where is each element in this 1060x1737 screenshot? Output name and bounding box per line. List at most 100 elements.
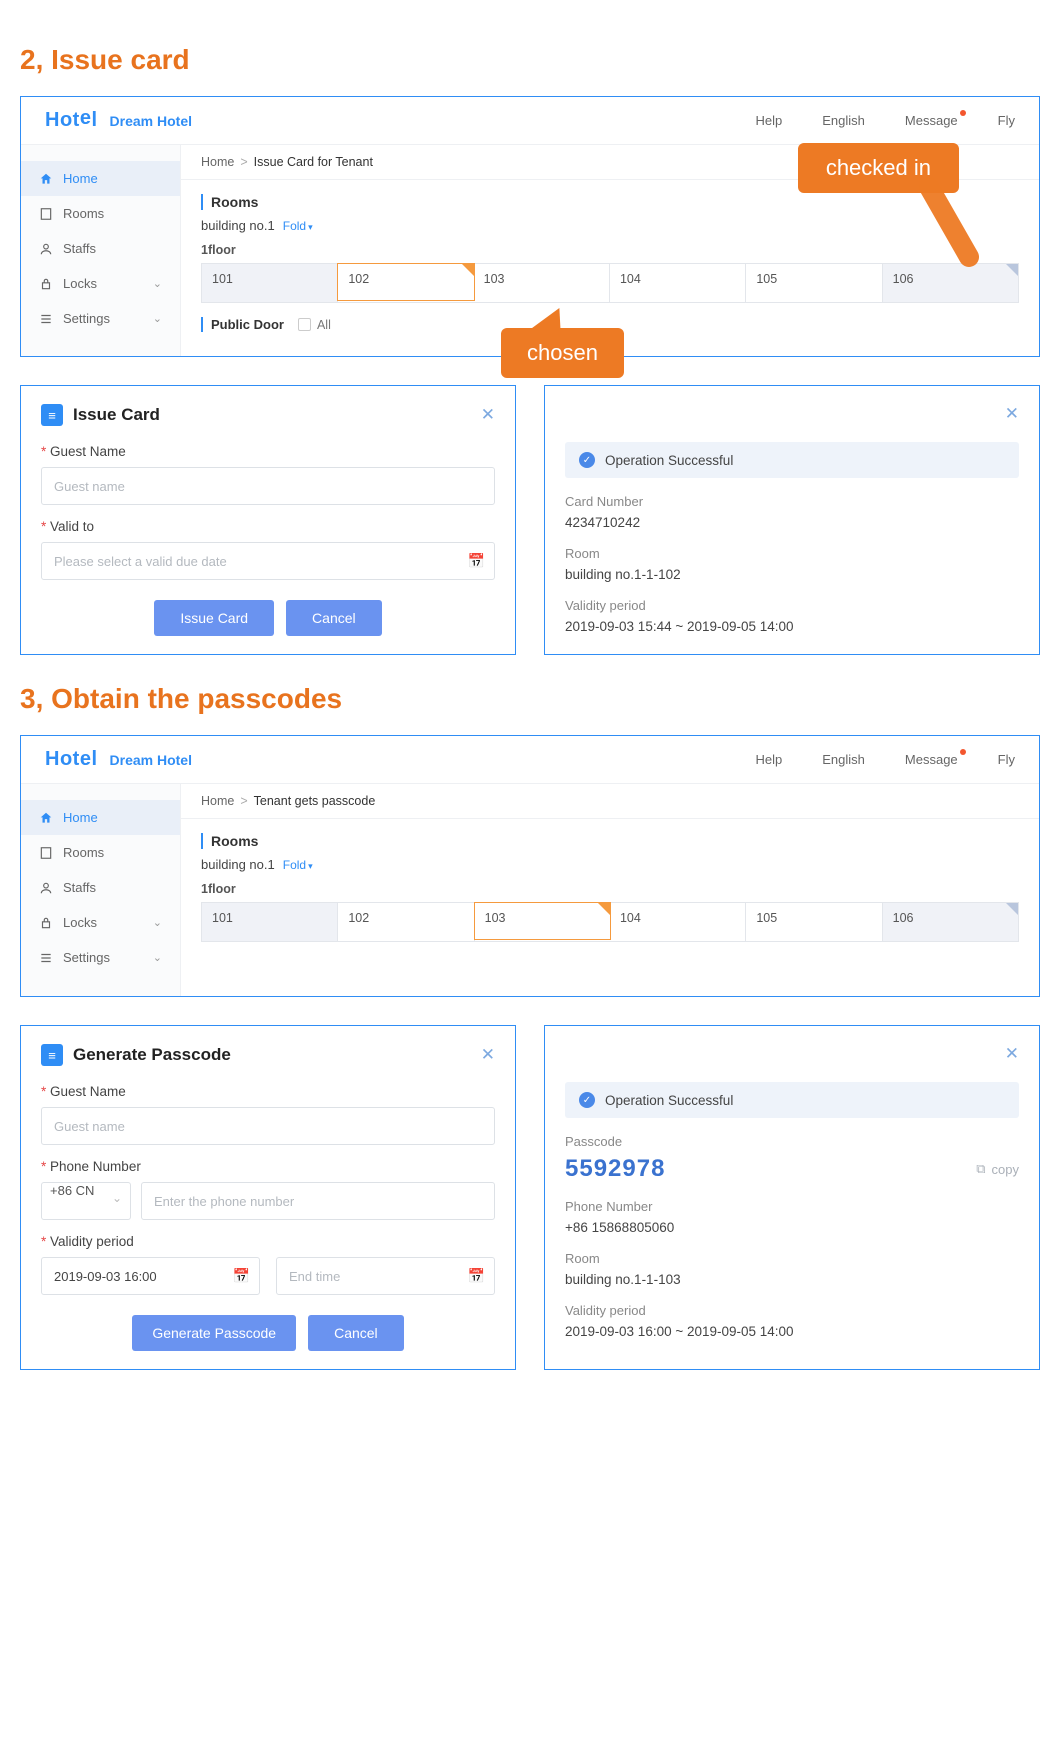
callout-chosen: chosen <box>501 328 624 378</box>
logo: Hotel <box>45 109 98 132</box>
staffs-icon <box>39 881 53 895</box>
rooms-row: 101 102 103 104 105 106 <box>201 263 1019 303</box>
close-icon[interactable]: ✕ <box>1005 1044 1019 1064</box>
valid-to-input[interactable] <box>41 542 495 580</box>
copy-button[interactable]: ⧉copy <box>976 1161 1019 1177</box>
settings-icon <box>39 312 53 326</box>
guest-name-label: Guest Name <box>41 444 495 459</box>
room-102[interactable]: 102 <box>337 263 474 301</box>
room-101[interactable]: 101 <box>202 264 338 302</box>
chevron-down-icon: ⌄ <box>153 277 162 290</box>
guest-name-input[interactable] <box>41 467 495 505</box>
rooms-icon <box>39 846 53 860</box>
phone-value: +86 15868805060 <box>565 1220 1019 1235</box>
validity-label: Validity period <box>41 1234 495 1249</box>
issue-card-modal: ≡ Issue Card ✕ Guest Name Valid to 📅 Iss… <box>20 385 516 655</box>
nav-help[interactable]: Help <box>756 752 783 767</box>
room-106[interactable]: 106 <box>883 903 1018 941</box>
room-101[interactable]: 101 <box>202 903 338 941</box>
end-time-input[interactable] <box>276 1257 495 1295</box>
sidebar-item-rooms[interactable]: Rooms <box>21 835 180 870</box>
section-3-title: 3, Obtain the passcodes <box>20 683 1040 715</box>
room-102[interactable]: 102 <box>338 903 474 941</box>
crumb-home[interactable]: Home <box>201 155 234 169</box>
nav-message[interactable]: Message <box>905 752 958 767</box>
room-105[interactable]: 105 <box>746 264 882 302</box>
chevron-down-icon: ⌄ <box>153 951 162 964</box>
nav-message[interactable]: Message <box>905 113 958 128</box>
rooms-heading: Rooms <box>201 194 1019 210</box>
room-103[interactable]: 103 <box>474 264 610 302</box>
logo-wrap: Hotel Dream Hotel <box>45 109 192 132</box>
cancel-button[interactable]: Cancel <box>286 600 382 636</box>
sidebar-item-home[interactable]: Home <box>21 800 180 835</box>
sidebar-item-locks[interactable]: Locks⌄ <box>21 905 180 940</box>
public-door-all[interactable]: All <box>298 318 331 332</box>
sidebar-item-rooms[interactable]: Rooms <box>21 196 180 231</box>
fold-toggle[interactable]: Fold <box>283 219 313 233</box>
country-code-select[interactable]: +86 CN <box>41 1182 131 1220</box>
home-icon <box>39 172 53 186</box>
room-104[interactable]: 104 <box>610 264 746 302</box>
start-time-input[interactable] <box>41 1257 260 1295</box>
room-106[interactable]: 106 <box>883 264 1018 302</box>
close-icon[interactable]: ✕ <box>481 405 495 425</box>
sidebar-item-settings[interactable]: Settings⌄ <box>21 940 180 975</box>
close-icon[interactable]: ✕ <box>1005 404 1019 424</box>
sidebar-locks-label: Locks <box>63 276 97 291</box>
sidebar-item-locks[interactable]: Locks ⌄ <box>21 266 180 301</box>
validity-value: 2019-09-03 15:44 ~ 2019-09-05 14:00 <box>565 619 1019 634</box>
nav-user[interactable]: Fly <box>998 752 1015 767</box>
phone-label: Phone Number <box>565 1199 1019 1214</box>
sidebar-item-home[interactable]: Home <box>21 161 180 196</box>
topbar: HotelDream Hotel Help English Message Fl… <box>21 736 1039 784</box>
nav-user[interactable]: Fly <box>998 113 1015 128</box>
locks-icon <box>39 916 53 930</box>
nav-lang[interactable]: English <box>822 752 865 767</box>
room-corner-icon <box>1006 264 1018 276</box>
sidebar-item-staffs[interactable]: Staffs <box>21 870 180 905</box>
generate-passcode-modal: ≡ Generate Passcode ✕ Guest Name Phone N… <box>20 1025 516 1370</box>
issue-card-title: Issue Card <box>73 405 160 425</box>
room-corner-icon <box>462 264 474 276</box>
passcode-title: Generate Passcode <box>73 1045 231 1065</box>
sidebar-staffs-label: Staffs <box>63 241 96 256</box>
phone-input[interactable] <box>141 1182 495 1220</box>
close-icon[interactable]: ✕ <box>481 1045 495 1065</box>
card-number-value: 4234710242 <box>565 515 1019 530</box>
room-label: Room <box>565 1251 1019 1266</box>
copy-icon: ⧉ <box>976 1161 985 1177</box>
calendar-icon: 📅 <box>468 553 485 570</box>
issue-card-result: ✕ ✓ Operation Successful Card Number 423… <box>544 385 1040 655</box>
cancel-button[interactable]: Cancel <box>308 1315 404 1351</box>
crumb-sep: > <box>240 155 247 169</box>
nav-lang[interactable]: English <box>822 113 865 128</box>
rooms-heading: Rooms <box>201 833 1019 849</box>
checkbox-icon <box>298 318 311 331</box>
breadcrumb: Home > Tenant gets passcode <box>181 784 1039 819</box>
fold-toggle[interactable]: Fold <box>283 858 313 872</box>
sidebar-item-settings[interactable]: Settings⌄ <box>21 301 180 336</box>
callout-checked-in: checked in <box>798 143 959 193</box>
chevron-down-icon: ⌄ <box>153 916 162 929</box>
guest-name-input[interactable] <box>41 1107 495 1145</box>
floor-label: 1floor <box>201 243 1019 257</box>
form-icon: ≡ <box>41 404 63 426</box>
notification-dot-icon <box>960 110 966 116</box>
floor-label: 1floor <box>201 882 1019 896</box>
check-icon: ✓ <box>579 452 595 468</box>
issue-card-button[interactable]: Issue Card <box>154 600 274 636</box>
room-value: building no.1-1-102 <box>565 567 1019 582</box>
topnav: Help English Message Fly <box>756 113 1015 128</box>
sidebar-item-staffs[interactable]: Staffs <box>21 231 180 266</box>
room-103[interactable]: 103 <box>474 902 611 940</box>
settings-icon <box>39 951 53 965</box>
crumb-home[interactable]: Home <box>201 794 234 808</box>
passcode-label: Passcode <box>565 1134 1019 1149</box>
room-105[interactable]: 105 <box>746 903 882 941</box>
building-name: building no.1 <box>201 857 275 872</box>
card-number-label: Card Number <box>565 494 1019 509</box>
room-104[interactable]: 104 <box>610 903 746 941</box>
nav-help[interactable]: Help <box>756 113 783 128</box>
generate-passcode-button[interactable]: Generate Passcode <box>132 1315 296 1351</box>
